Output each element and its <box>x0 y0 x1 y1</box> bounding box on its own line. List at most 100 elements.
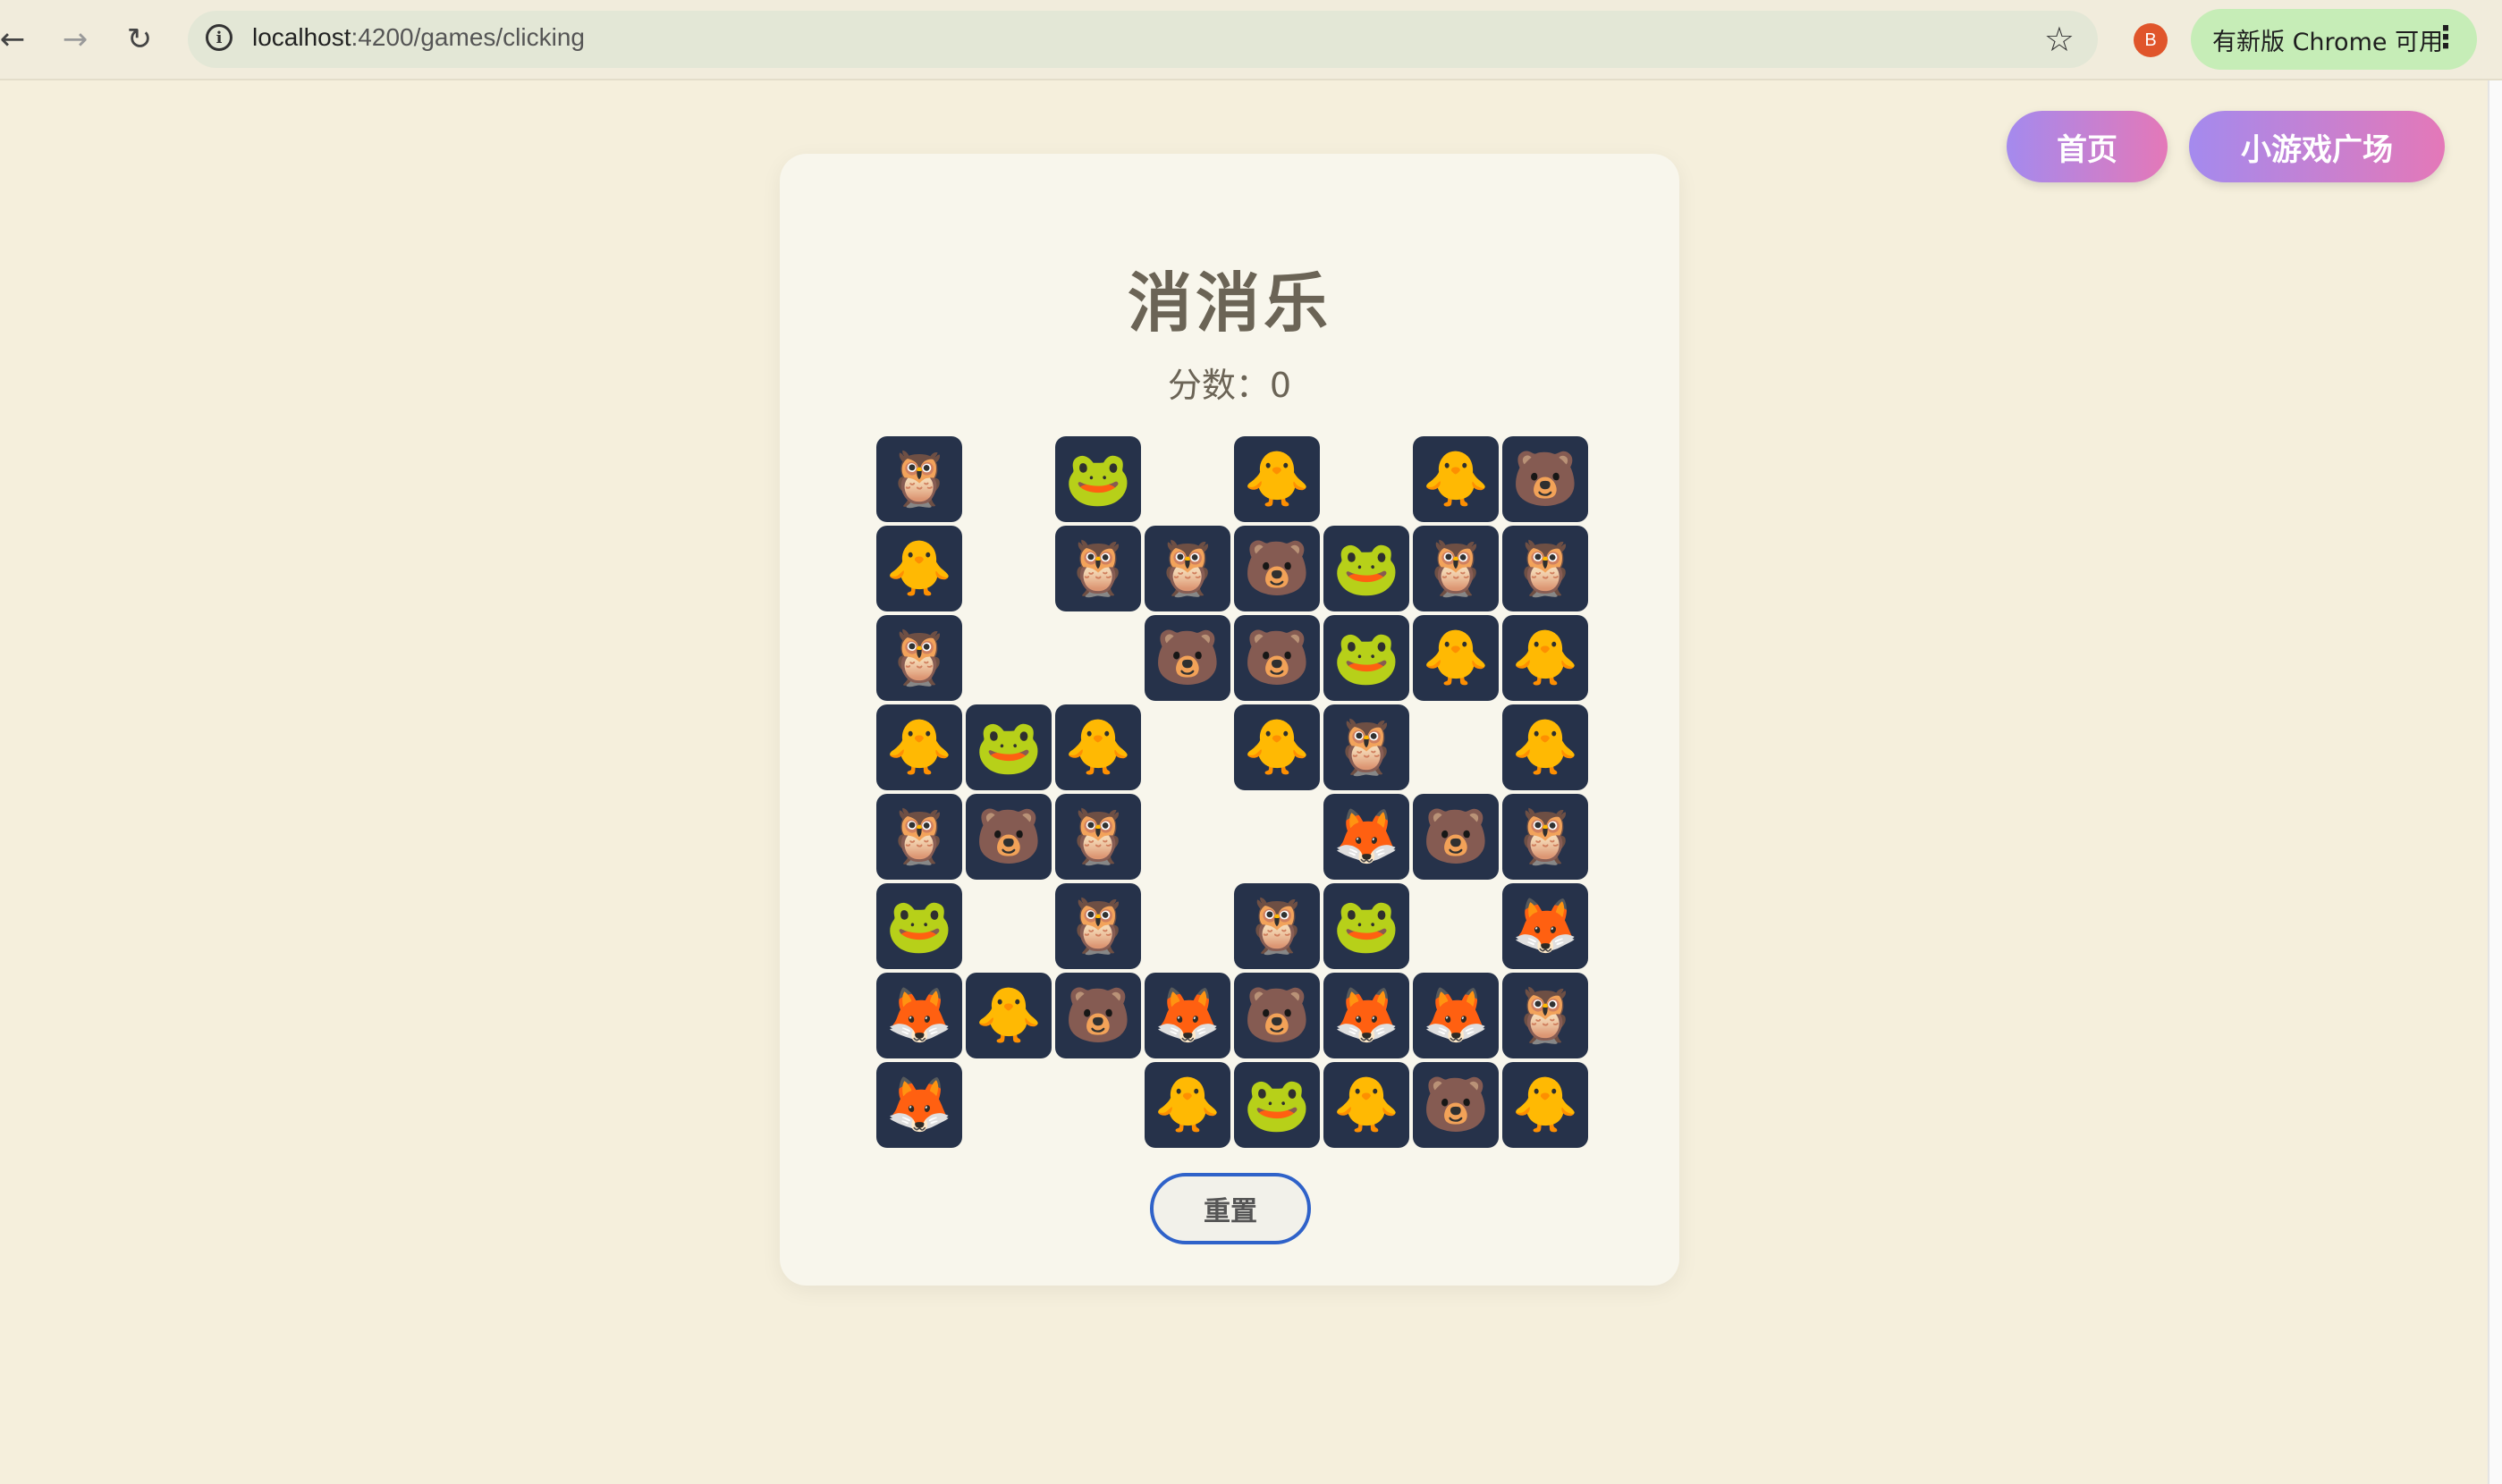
tile-owl[interactable]: 🦉 <box>1502 973 1588 1058</box>
tile-frog[interactable]: 🐸 <box>1323 526 1409 611</box>
chick-icon: 🐥 <box>885 537 953 600</box>
reset-button[interactable]: 重置 <box>1150 1173 1311 1244</box>
owl-icon: 🦉 <box>885 627 953 689</box>
score-display: 分数：0 <box>780 358 1679 407</box>
frog-icon: 🐸 <box>885 895 953 957</box>
tile-bear[interactable]: 🐻 <box>1413 794 1499 880</box>
tile-bear[interactable]: 🐻 <box>1413 1062 1499 1148</box>
tile-owl[interactable]: 🦉 <box>1055 794 1141 880</box>
tile-owl[interactable]: 🦉 <box>1502 794 1588 880</box>
tile-owl[interactable]: 🦉 <box>876 436 962 522</box>
tile-chick[interactable]: 🐥 <box>1502 615 1588 701</box>
owl-icon: 🦉 <box>1064 895 1132 957</box>
tile-chick[interactable]: 🐥 <box>1055 704 1141 790</box>
tile-fox[interactable]: 🦊 <box>876 1062 962 1148</box>
tile-chick[interactable]: 🐥 <box>1502 704 1588 790</box>
tile-frog[interactable]: 🐸 <box>1234 1062 1320 1148</box>
chick-icon: 🐥 <box>1511 1074 1579 1136</box>
tile-fox[interactable]: 🦊 <box>1323 794 1409 880</box>
bear-icon: 🐻 <box>975 805 1043 868</box>
tile-chick[interactable]: 🐥 <box>876 704 962 790</box>
reload-icon[interactable]: ↻ <box>120 20 159 59</box>
fox-icon: 🦊 <box>885 1074 953 1136</box>
tile-chick[interactable]: 🐥 <box>1323 1062 1409 1148</box>
tile-chick[interactable]: 🐥 <box>1234 436 1320 522</box>
tile-frog[interactable]: 🐸 <box>1055 436 1141 522</box>
tile-chick[interactable]: 🐥 <box>1234 704 1320 790</box>
tile-bear[interactable]: 🐻 <box>1234 615 1320 701</box>
tile-chick[interactable]: 🐥 <box>1413 436 1499 522</box>
score-value: 0 <box>1269 366 1292 405</box>
tile-frog[interactable]: 🐸 <box>1323 615 1409 701</box>
tile-frog[interactable]: 🐸 <box>1323 883 1409 969</box>
chick-icon: 🐥 <box>1511 627 1579 689</box>
bear-icon: 🐻 <box>1422 1074 1490 1136</box>
tile-bear[interactable]: 🐻 <box>1145 615 1230 701</box>
tile-owl[interactable]: 🦉 <box>1145 526 1230 611</box>
owl-icon: 🦉 <box>885 448 953 510</box>
tile-fox[interactable]: 🦊 <box>876 973 962 1058</box>
frog-icon: 🐸 <box>1332 627 1400 689</box>
game-card: 消消乐 分数：0 🦉 🐸 🐥 🐥 🐻 🐥 🦉 🦉 🐻 🐸 🦉 🦉 🦉 🐻 🐻 🐸 🐥 🐥 🐥 🐸 🐥 🐥 🦉 🐥 🦉 🐻 🦉 🦊 🐻 🦉 🐸… <box>780 154 1679 1286</box>
game-title: 消消乐 <box>1127 266 1331 341</box>
bear-icon: 🐻 <box>1511 448 1579 510</box>
tile-bear[interactable]: 🐻 <box>1234 526 1320 611</box>
tile-owl[interactable]: 🦉 <box>1323 704 1409 790</box>
score-label: 分数： <box>1167 366 1270 405</box>
tile-fox[interactable]: 🦊 <box>1323 973 1409 1058</box>
chick-icon: 🐥 <box>1064 716 1132 779</box>
fox-icon: 🦊 <box>1332 984 1400 1047</box>
owl-icon: 🦉 <box>1511 984 1579 1047</box>
chick-icon: 🐥 <box>1511 716 1579 779</box>
tile-owl[interactable]: 🦉 <box>1055 883 1141 969</box>
address-bar[interactable]: i localhost:4200/games/clicking ☆ <box>188 11 2098 68</box>
tile-owl[interactable]: 🦉 <box>876 615 962 701</box>
chick-icon: 🐥 <box>975 984 1043 1047</box>
tile-bear[interactable]: 🐻 <box>1502 436 1588 522</box>
tile-frog[interactable]: 🐸 <box>966 704 1052 790</box>
bear-icon: 🐻 <box>1154 627 1221 689</box>
tile-owl[interactable]: 🦉 <box>1234 883 1320 969</box>
tile-owl[interactable]: 🦉 <box>1055 526 1141 611</box>
more-menu-icon[interactable]: ⋮ <box>2430 20 2461 55</box>
tile-chick[interactable]: 🐥 <box>1145 1062 1230 1148</box>
frog-icon: 🐸 <box>1332 537 1400 600</box>
tile-owl[interactable]: 🦉 <box>876 794 962 880</box>
fox-icon: 🦊 <box>1332 805 1400 868</box>
chick-icon: 🐥 <box>1154 1074 1221 1136</box>
chrome-update-button[interactable]: 有新版 Chrome 可用 ⋮ <box>2191 9 2477 70</box>
bookmark-star-icon[interactable]: ☆ <box>2044 18 2075 61</box>
tile-fox[interactable]: 🦊 <box>1502 883 1588 969</box>
fox-icon: 🦊 <box>1511 895 1579 957</box>
bear-icon: 🐻 <box>1243 984 1311 1047</box>
tile-owl[interactable]: 🦉 <box>1502 526 1588 611</box>
tile-bear[interactable]: 🐻 <box>966 794 1052 880</box>
url-host: localhost <box>252 23 351 51</box>
bear-icon: 🐻 <box>1064 984 1132 1047</box>
site-info-icon[interactable]: i <box>206 24 232 51</box>
tile-fox[interactable]: 🦊 <box>1413 973 1499 1058</box>
tile-owl[interactable]: 🦉 <box>1413 526 1499 611</box>
owl-icon: 🦉 <box>1154 537 1221 600</box>
home-button[interactable]: 首页 <box>2007 111 2168 182</box>
tile-frog[interactable]: 🐸 <box>876 883 962 969</box>
tile-bear[interactable]: 🐻 <box>1234 973 1320 1058</box>
profile-avatar[interactable]: B <box>2134 23 2168 57</box>
bear-icon: 🐻 <box>1243 627 1311 689</box>
page-scrollbar[interactable] <box>2488 80 2502 1484</box>
owl-icon: 🦉 <box>885 805 953 868</box>
tile-chick[interactable]: 🐥 <box>876 526 962 611</box>
tile-fox[interactable]: 🦊 <box>1145 973 1230 1058</box>
frog-icon: 🐸 <box>1332 895 1400 957</box>
url-text[interactable]: localhost:4200/games/clicking <box>252 23 585 52</box>
chick-icon: 🐥 <box>1243 716 1311 779</box>
tile-chick[interactable]: 🐥 <box>966 973 1052 1058</box>
chick-icon: 🐥 <box>1332 1074 1400 1136</box>
tile-bear[interactable]: 🐻 <box>1055 973 1141 1058</box>
tile-chick[interactable]: 🐥 <box>1502 1062 1588 1148</box>
back-arrow-icon[interactable]: ← <box>0 20 32 59</box>
games-square-button[interactable]: 小游戏广场 <box>2189 111 2445 182</box>
forward-arrow-icon[interactable]: → <box>55 20 95 59</box>
tile-chick[interactable]: 🐥 <box>1413 615 1499 701</box>
frog-icon: 🐸 <box>1243 1074 1311 1136</box>
